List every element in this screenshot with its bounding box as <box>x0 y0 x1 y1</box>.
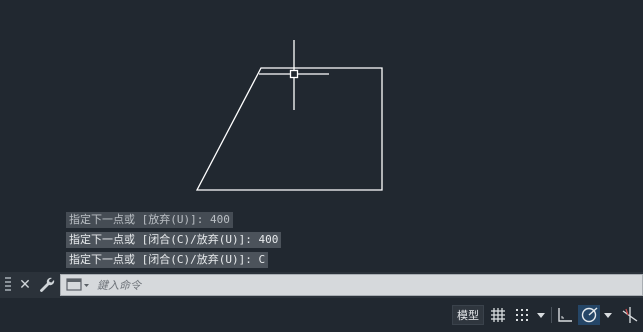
polar-tracking-icon[interactable] <box>578 305 600 325</box>
chevron-down-icon[interactable] <box>535 305 547 325</box>
divider <box>551 307 552 323</box>
chevron-down-icon[interactable] <box>602 305 614 325</box>
history-line: 指定下一点或 [放弃(U)]: 400 <box>66 212 233 228</box>
command-history: 指定下一点或 [放弃(U)]: 400 指定下一点或 [闭合(C)/放弃(U)]… <box>66 212 282 272</box>
command-line-bar: ✕ <box>0 272 643 298</box>
command-input[interactable] <box>97 276 617 294</box>
status-bar: 模型 <box>0 298 643 332</box>
isometric-drafting-icon[interactable] <box>620 305 640 325</box>
grid-icon[interactable] <box>488 305 508 325</box>
history-line: 指定下一点或 [闭合(C)/放弃(U)]: C <box>66 252 269 268</box>
wrench-icon[interactable] <box>38 276 56 294</box>
trapezoid-polyline[interactable] <box>195 67 383 191</box>
history-line: 指定下一点或 [闭合(C)/放弃(U)]: 400 <box>66 232 282 248</box>
close-icon[interactable]: ✕ <box>17 276 33 294</box>
command-input-box[interactable] <box>60 274 643 296</box>
crosshair-cursor <box>259 40 329 110</box>
recent-commands-icon[interactable] <box>66 278 90 292</box>
drag-grip-handle[interactable] <box>5 277 11 293</box>
snap-mode-icon[interactable] <box>512 305 532 325</box>
ortho-mode-icon[interactable] <box>555 305 575 325</box>
pickbox <box>289 69 299 79</box>
model-space-button[interactable]: 模型 <box>452 305 484 325</box>
